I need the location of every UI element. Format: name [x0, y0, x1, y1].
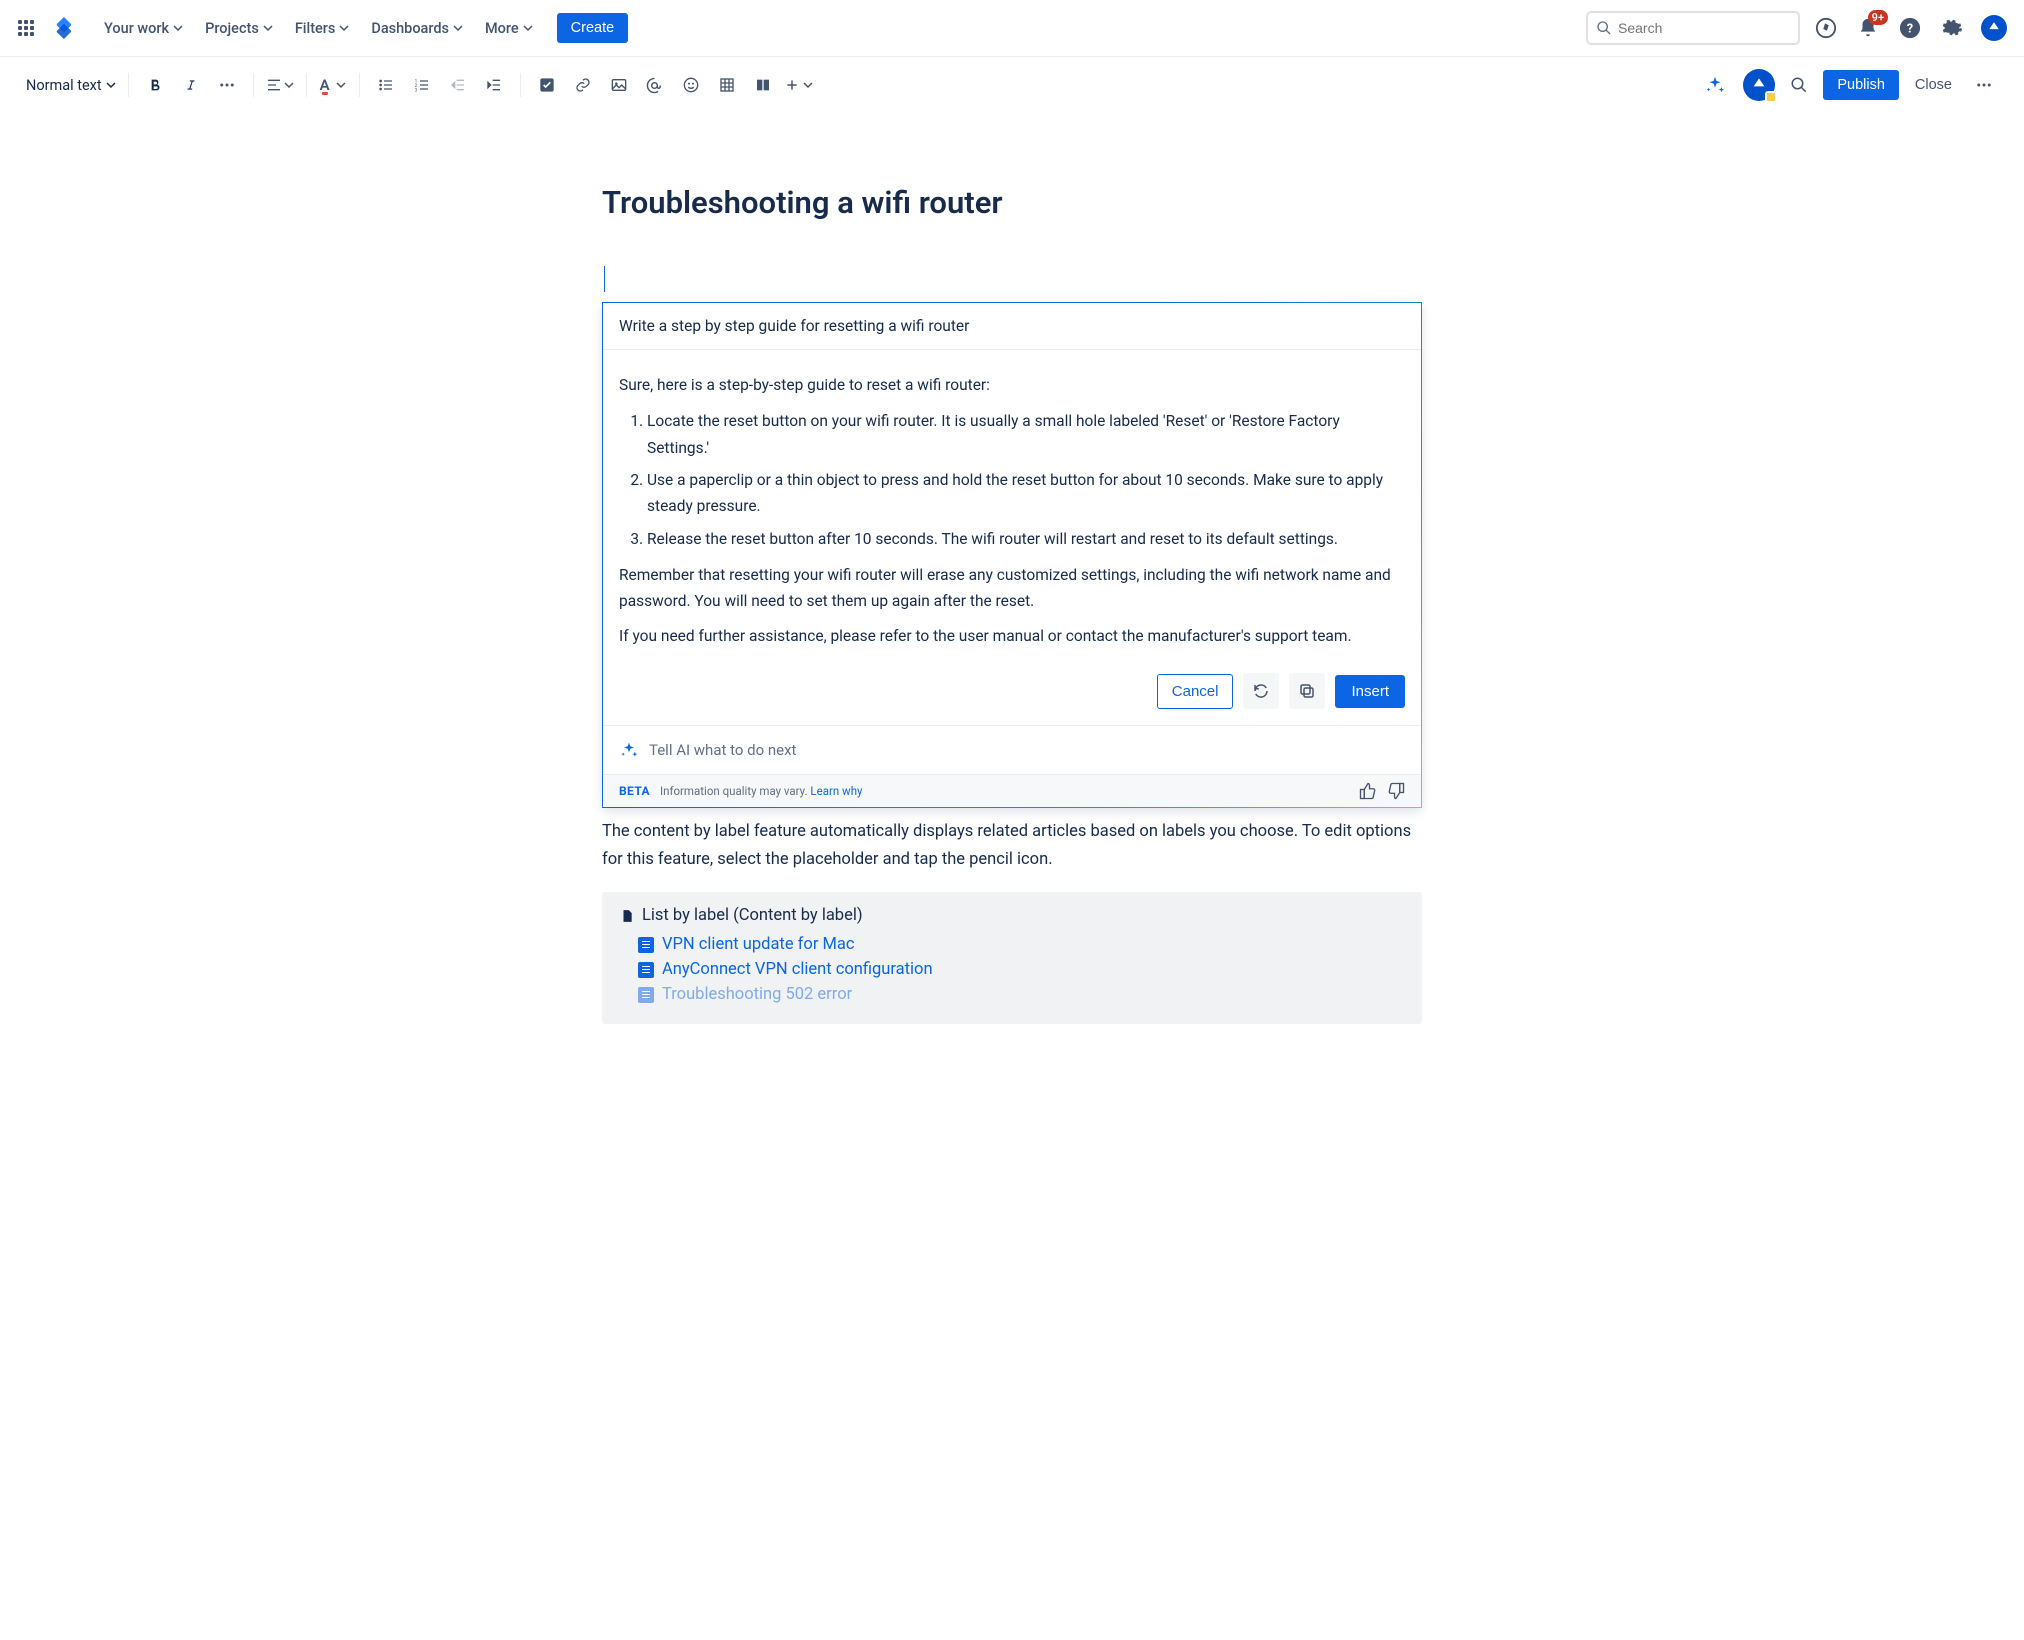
create-button[interactable]: Create — [557, 13, 629, 43]
notifications-icon[interactable]: 9+ — [1852, 12, 1884, 44]
numbered-list-button[interactable]: 123 — [406, 69, 438, 101]
thumbs-down-icon[interactable] — [1387, 782, 1405, 800]
bullet-list-button[interactable] — [370, 69, 402, 101]
more-formatting-button[interactable] — [211, 69, 243, 101]
italic-button[interactable] — [175, 69, 207, 101]
image-button[interactable] — [603, 69, 635, 101]
editor-avatar[interactable] — [1743, 69, 1775, 101]
search-input[interactable] — [1586, 11, 1800, 45]
publish-button[interactable]: Publish — [1823, 70, 1899, 100]
link-button[interactable] — [567, 69, 599, 101]
thumbs-up-icon[interactable] — [1359, 782, 1377, 800]
nav-more[interactable]: More — [477, 14, 541, 43]
chevron-down-icon — [339, 23, 349, 33]
cancel-button[interactable]: Cancel — [1157, 674, 1234, 709]
editor-toolbar: Normal text A 123 Publish Close — [0, 57, 2024, 114]
ai-step: Release the reset button after 10 second… — [647, 526, 1405, 552]
more-actions-button[interactable] — [1968, 69, 2000, 101]
nav-projects[interactable]: Projects — [197, 14, 281, 43]
beta-tag: BETA — [619, 784, 650, 798]
list-item[interactable]: AnyConnect VPN client configuration — [638, 960, 1404, 979]
ai-note: If you need further assistance, please r… — [619, 623, 1405, 649]
global-nav: Your work Projects Filters Dashboards Mo… — [0, 0, 2024, 57]
sparkle-icon — [619, 740, 639, 760]
text-cursor — [604, 266, 605, 292]
ai-actions-row: Cancel Insert — [603, 673, 1421, 725]
insert-button[interactable]: Insert — [1335, 675, 1405, 708]
ai-response-body: Sure, here is a step-by-step guide to re… — [603, 350, 1421, 673]
indent-button[interactable] — [478, 69, 510, 101]
text-color-dropdown[interactable]: A — [317, 69, 349, 101]
nav-your-work[interactable]: Your work — [96, 14, 191, 43]
body-text[interactable]: The content by label feature automatical… — [602, 818, 1422, 874]
ai-panel: Write a step by step guide for resetting… — [602, 302, 1422, 808]
chevron-down-icon — [336, 80, 346, 90]
text-style-dropdown[interactable]: Normal text — [24, 73, 118, 98]
page-icon — [620, 908, 634, 924]
table-button[interactable] — [711, 69, 743, 101]
ai-next-placeholder: Tell AI what to do next — [649, 741, 796, 759]
jira-logo-icon[interactable] — [52, 16, 76, 40]
list-item[interactable]: VPN client update for Mac — [638, 935, 1404, 954]
ai-step: Use a paperclip or a thin object to pres… — [647, 467, 1405, 520]
ai-steps-list: Locate the reset button on your wifi rou… — [619, 408, 1405, 552]
app-switcher-icon[interactable] — [14, 16, 38, 40]
chevron-down-icon — [803, 80, 813, 90]
ai-prompt-text: Write a step by step guide for resetting… — [603, 303, 1421, 350]
copy-icon[interactable] — [1289, 673, 1325, 709]
chevron-down-icon — [106, 80, 116, 90]
align-dropdown[interactable] — [264, 69, 296, 101]
insert-dropdown[interactable] — [783, 69, 815, 101]
ai-step: Locate the reset button on your wifi rou… — [647, 408, 1405, 461]
presence-indicator — [1765, 91, 1777, 103]
svg-text:3: 3 — [414, 88, 417, 93]
retry-icon[interactable] — [1243, 673, 1279, 709]
emoji-button[interactable] — [675, 69, 707, 101]
doc-icon — [638, 937, 654, 953]
label-macro-header: List by label (Content by label) — [620, 906, 1404, 925]
close-button[interactable]: Close — [1907, 70, 1960, 100]
chevron-down-icon — [263, 23, 273, 33]
ai-disclaimer: Information quality may vary. Learn why — [660, 784, 862, 798]
search-icon — [1596, 20, 1612, 36]
content-by-label-macro[interactable]: List by label (Content by label) VPN cli… — [602, 892, 1422, 1024]
profile-avatar[interactable] — [1978, 12, 2010, 44]
doc-icon — [638, 987, 654, 1003]
ai-sparkle-icon[interactable] — [1699, 69, 1731, 101]
learn-why-link[interactable]: Learn why — [810, 784, 862, 798]
doc-icon — [638, 962, 654, 978]
action-item-button[interactable] — [531, 69, 563, 101]
ai-note: Remember that resetting your wifi router… — [619, 562, 1405, 615]
mention-button[interactable] — [639, 69, 671, 101]
chevron-down-icon — [523, 23, 533, 33]
chevron-down-icon — [173, 23, 183, 33]
layouts-button[interactable] — [747, 69, 779, 101]
bold-button[interactable] — [139, 69, 171, 101]
discover-icon[interactable] — [1810, 12, 1842, 44]
page-title[interactable]: Troubleshooting a wifi router — [602, 184, 1422, 221]
ai-next-input[interactable]: Tell AI what to do next — [603, 725, 1421, 774]
settings-icon[interactable] — [1936, 12, 1968, 44]
nav-filters[interactable]: Filters — [287, 14, 358, 43]
notification-badge: 9+ — [1868, 10, 1888, 25]
document-scroll-area[interactable]: Troubleshooting a wifi router Write a st… — [0, 114, 2024, 1640]
help-icon[interactable]: ? — [1894, 12, 1926, 44]
nav-dashboards[interactable]: Dashboards — [363, 14, 471, 43]
outdent-button[interactable] — [442, 69, 474, 101]
chevron-down-icon — [284, 80, 294, 90]
list-item[interactable]: Troubleshooting 502 error — [638, 985, 1404, 1004]
ai-footer: BETA Information quality may vary. Learn… — [603, 774, 1421, 807]
svg-text:?: ? — [1907, 22, 1913, 37]
find-button[interactable] — [1783, 69, 1815, 101]
ai-intro: Sure, here is a step-by-step guide to re… — [619, 372, 1405, 398]
chevron-down-icon — [453, 23, 463, 33]
